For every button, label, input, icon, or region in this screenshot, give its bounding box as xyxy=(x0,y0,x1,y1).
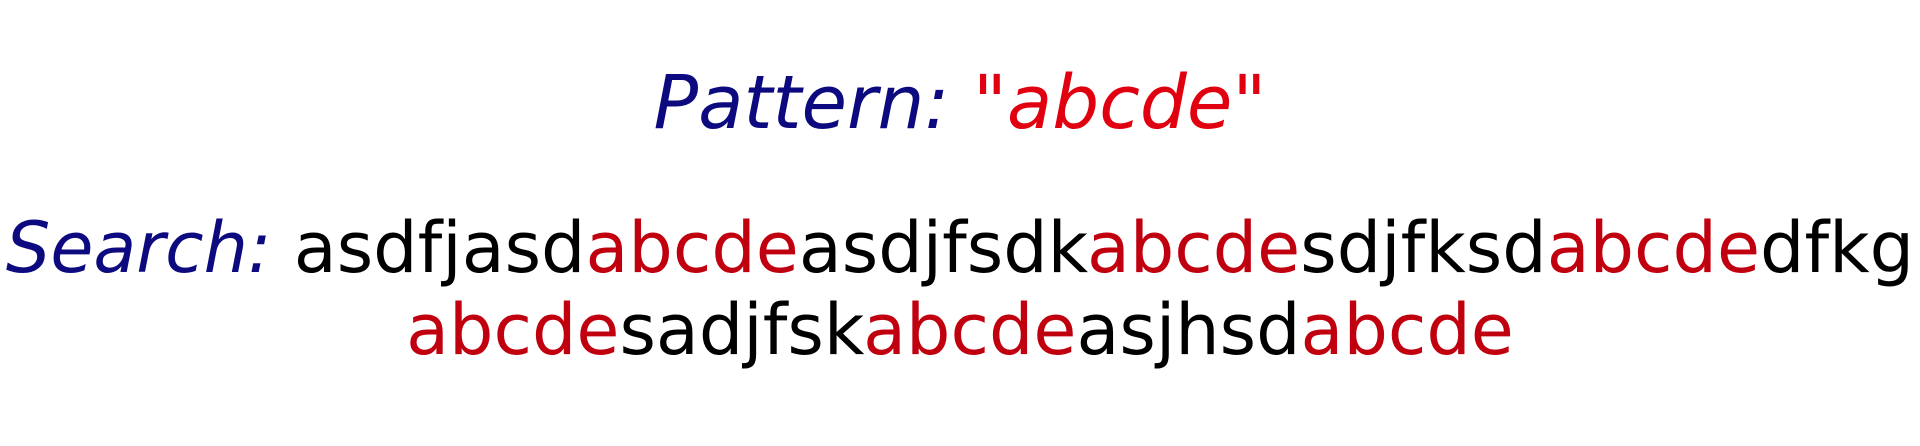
pattern-label: Pattern: xyxy=(653,60,950,146)
search-segment: sadjfsk xyxy=(619,289,864,371)
match-highlight: abcde xyxy=(406,289,620,371)
pattern-value: "abcde" xyxy=(972,60,1267,146)
search-line-2: abcdesadjfskabcdeasjhsdabcde xyxy=(0,289,1920,371)
search-segment: dfkg xyxy=(1760,207,1915,289)
match-highlight: abcde xyxy=(1546,207,1761,289)
search-text-block: Search: asdfjasdabcdeasdjfsdkabcdesdjfks… xyxy=(0,207,1920,371)
match-highlight: abcde xyxy=(863,289,1077,371)
pattern-line: Pattern: "abcde" xyxy=(0,58,1920,148)
search-line-1: Search: asdfjasdabcdeasdjfsdkabcdesdjfks… xyxy=(0,207,1920,289)
search-segment: sdjfksd xyxy=(1300,207,1547,289)
search-label: Search: xyxy=(5,207,272,289)
match-highlight: abcde xyxy=(1300,289,1514,371)
search-segment: asdjfsdk xyxy=(798,207,1087,289)
search-segment: asjhsd xyxy=(1076,289,1301,371)
match-highlight: abcde xyxy=(1086,207,1301,289)
search-segment: asdfjasd xyxy=(293,207,586,289)
match-highlight: abcde xyxy=(585,207,799,289)
